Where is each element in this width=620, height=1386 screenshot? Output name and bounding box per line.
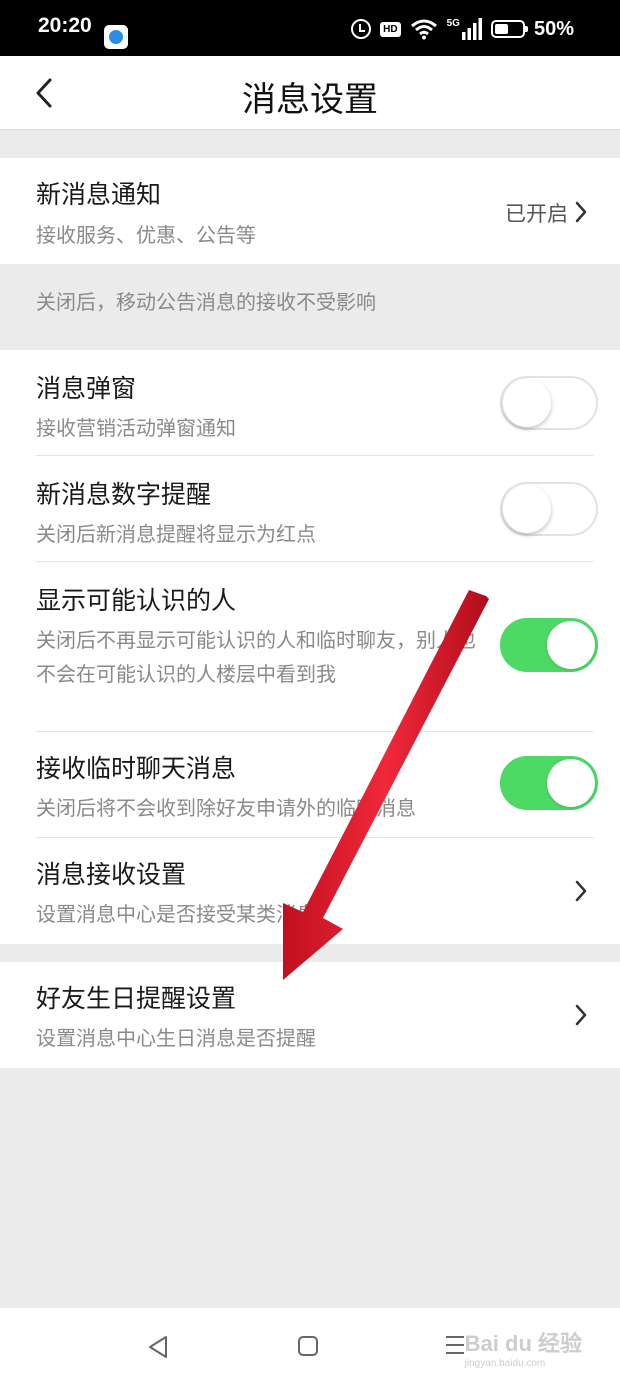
new-message-notification-title: 新消息通知 [36, 180, 162, 209]
hd-icon: HD [380, 21, 401, 37]
badge-count-toggle[interactable] [500, 482, 598, 536]
badge-count-subtitle: 关闭后新消息提醒将显示为红点 [36, 522, 316, 546]
baidu-jingyan-watermark: Bai du 经验 jingyan.baidu.com [465, 1326, 582, 1369]
chevron-right-icon [575, 880, 587, 902]
watermark-url: jingyan.baidu.com [464, 1358, 546, 1369]
temp-chat-subtitle: 关闭后将不会收到除好友申请外的临时消息 [36, 796, 416, 820]
alarm-icon [351, 19, 372, 39]
signal-5g-icon: 5G [447, 18, 482, 40]
friend-birthday-reminder-title: 好友生日提醒设置 [36, 984, 237, 1013]
maybe-known-people-subtitle: 关闭后不再显示可能认识的人和临时聊友，别人也不会在可能认识的人楼层中看到我 [36, 628, 476, 686]
page-title: 消息设置 [242, 80, 378, 120]
temp-chat-title: 接收临时聊天消息 [36, 754, 237, 783]
maybe-known-people-toggle[interactable] [500, 618, 598, 672]
new-message-notification-subtitle: 接收服务、优惠、公告等 [36, 223, 256, 247]
message-receive-settings-subtitle: 设置消息中心是否接受某类消息 [36, 902, 316, 926]
chevron-right-icon [575, 1004, 587, 1026]
battery-percentage: 50% [533, 17, 574, 40]
nav-home-icon[interactable] [296, 1334, 320, 1358]
badge-count-title: 新消息数字提醒 [36, 480, 212, 509]
toggle-knob [503, 379, 551, 427]
toggle-knob [503, 485, 551, 533]
status-time: 20:20 [38, 14, 92, 37]
status-bar: 20:20 HD 5G 50% [0, 0, 620, 56]
battery-icon [490, 20, 528, 38]
wifi-icon [410, 18, 438, 40]
message-popup-toggle[interactable] [500, 376, 598, 430]
settings-group-messages: 消息弹窗 接收营销活动弹窗通知 新消息数字提醒 关闭后新消息提醒将显示为红点 显… [0, 350, 620, 944]
temp-chat-row: 接收临时聊天消息 关闭后将不会收到除好友申请外的临时消息 [0, 732, 620, 838]
badge-count-row: 新消息数字提醒 关闭后新消息提醒将显示为红点 [0, 456, 620, 562]
temp-chat-toggle[interactable] [500, 756, 598, 810]
maybe-known-people-row: 显示可能认识的人 关闭后不再显示可能认识的人和临时聊友，别人也不会在可能认识的人… [0, 562, 620, 732]
nav-menu-icon[interactable] [444, 1334, 466, 1356]
chevron-right-icon [575, 201, 587, 223]
message-receive-settings-title: 消息接收设置 [36, 860, 187, 889]
maybe-known-people-title: 显示可能认识的人 [36, 586, 237, 615]
message-receive-settings-row[interactable]: 消息接收设置 设置消息中心是否接受某类消息 [0, 838, 620, 944]
mobile-app-icon [104, 25, 128, 49]
settings-group-notification: 新消息通知 接收服务、优惠、公告等 已开启 [0, 158, 620, 264]
nav-back-icon[interactable] [146, 1334, 170, 1360]
toggle-knob [547, 621, 595, 669]
friend-birthday-reminder-subtitle: 设置消息中心生日消息是否提醒 [36, 1026, 316, 1050]
friend-birthday-reminder-row[interactable]: 好友生日提醒设置 设置消息中心生日消息是否提醒 [0, 962, 620, 1068]
title-bar: 消息设置 [0, 56, 620, 130]
message-popup-subtitle: 接收营销活动弹窗通知 [36, 416, 236, 440]
watermark-brand: Bai du 经验 [464, 1331, 582, 1356]
notification-status-text: 已开启 [505, 202, 568, 226]
message-popup-row: 消息弹窗 接收营销活动弹窗通知 [0, 350, 620, 456]
notification-hint: 关闭后，移动公告消息的接收不受影响 [36, 290, 376, 314]
toggle-knob [547, 759, 595, 807]
new-message-notification-row[interactable]: 新消息通知 接收服务、优惠、公告等 已开启 [0, 158, 620, 264]
message-popup-title: 消息弹窗 [36, 374, 137, 403]
signal-label: 5G [446, 18, 460, 29]
settings-group-birthday: 好友生日提醒设置 设置消息中心生日消息是否提醒 [0, 962, 620, 1068]
